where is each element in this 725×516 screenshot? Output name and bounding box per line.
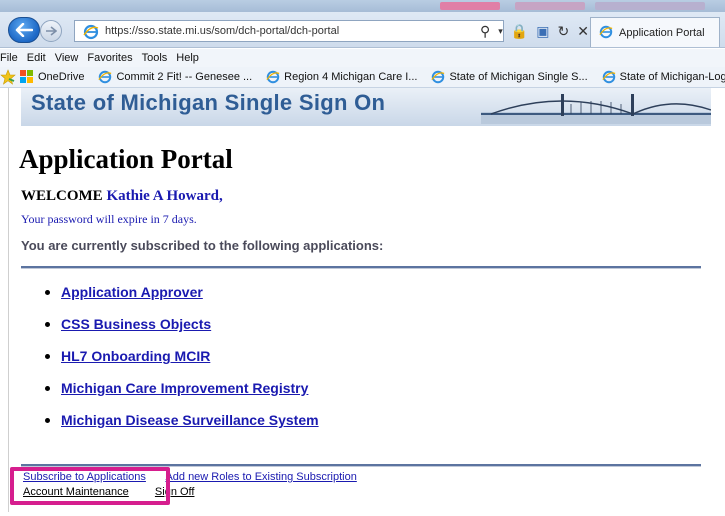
menu-file[interactable]: File bbox=[0, 52, 18, 64]
favorite-item-region4[interactable]: Region 4 Michigan Care I... bbox=[266, 70, 417, 84]
address-toolbar: https://sso.state.mi.us/som/dch-portal/d… bbox=[0, 12, 725, 48]
list-item: Michigan Care Improvement Registry bbox=[39, 380, 319, 412]
ie-icon bbox=[431, 70, 445, 84]
account-maintenance-link[interactable]: Account Maintenance bbox=[23, 486, 129, 498]
menu-bar: File Edit View Favorites Tools Help bbox=[0, 49, 725, 67]
bullet bbox=[45, 290, 50, 295]
favorite-label: Commit 2 Fit! -- Genesee ... bbox=[116, 71, 253, 83]
onedrive-icon bbox=[20, 70, 34, 84]
menu-view[interactable]: View bbox=[55, 52, 79, 64]
app-link-mdss[interactable]: Michigan Disease Surveillance System bbox=[61, 412, 319, 428]
menu-help[interactable]: Help bbox=[176, 52, 199, 64]
app-link-mcir[interactable]: Michigan Care Improvement Registry bbox=[61, 380, 308, 396]
favorites-bar: OneDrive Commit 2 Fit! -- Genesee ... Re… bbox=[0, 67, 725, 88]
ie-icon bbox=[602, 70, 616, 84]
page-title: Application Portal bbox=[19, 144, 233, 174]
blurred-tab bbox=[595, 2, 705, 10]
blurred-tab bbox=[440, 2, 500, 10]
menu-tools[interactable]: Tools bbox=[142, 52, 168, 64]
add-roles-link[interactable]: Add new Roles to Existing Subscription bbox=[165, 471, 356, 483]
favorite-item-onedrive[interactable]: OneDrive bbox=[20, 70, 84, 84]
refresh-icon[interactable]: ↻ bbox=[557, 23, 569, 40]
ie-icon bbox=[599, 25, 613, 42]
banner-title: State of Michigan Single Sign On bbox=[31, 90, 386, 115]
user-name: Kathie A Howard, bbox=[106, 188, 223, 204]
lock-icon[interactable]: 🔒 bbox=[511, 23, 528, 40]
list-item: Michigan Disease Surveillance System bbox=[39, 412, 319, 444]
address-tools: ⚲ ▾ 🔒 ▣ ↻ ✕ bbox=[480, 22, 589, 40]
subscribed-heading: You are currently subscribed to the foll… bbox=[21, 238, 384, 253]
bullet bbox=[45, 418, 50, 423]
application-list: Application Approver CSS Business Object… bbox=[39, 284, 319, 444]
tab-application-portal[interactable]: Application Portal bbox=[590, 17, 720, 47]
list-item: Application Approver bbox=[39, 284, 319, 316]
favorite-item-commit2fit[interactable]: Commit 2 Fit! -- Genesee ... bbox=[98, 70, 252, 84]
welcome-line: WELCOME Kathie A Howard, bbox=[21, 188, 223, 205]
url-text: https://sso.state.mi.us/som/dch-portal/d… bbox=[105, 25, 340, 37]
compatibility-icon[interactable]: ▣ bbox=[536, 23, 549, 40]
bullet bbox=[45, 386, 50, 391]
app-link-hl7-onboarding-mcir[interactable]: HL7 Onboarding MCIR bbox=[61, 348, 210, 364]
favorite-item-som-sso[interactable]: State of Michigan Single S... bbox=[431, 70, 588, 84]
ie-icon bbox=[83, 24, 99, 43]
favorite-label: State of Michigan-Login bbox=[619, 71, 725, 83]
forward-button[interactable] bbox=[40, 20, 62, 42]
bullet bbox=[45, 354, 50, 359]
divider bbox=[21, 464, 701, 467]
subscribe-link[interactable]: Subscribe to Applications bbox=[23, 471, 146, 483]
back-arrow-icon bbox=[15, 23, 33, 37]
menu-favorites[interactable]: Favorites bbox=[87, 52, 132, 64]
app-link-css-business-objects[interactable]: CSS Business Objects bbox=[61, 316, 211, 332]
list-item: CSS Business Objects bbox=[39, 316, 319, 348]
stop-icon[interactable]: ✕ bbox=[577, 23, 589, 40]
sso-banner: State of Michigan Single Sign On bbox=[21, 88, 711, 126]
favorites-star-icon[interactable] bbox=[0, 69, 16, 85]
dropdown-icon[interactable]: ▾ bbox=[498, 26, 503, 37]
bullet bbox=[45, 322, 50, 327]
favorite-item-som-login[interactable]: State of Michigan-Login bbox=[602, 70, 725, 84]
divider bbox=[21, 266, 701, 269]
footer-links: Subscribe to Applications Add new Roles … bbox=[23, 470, 357, 500]
ie-icon bbox=[266, 70, 280, 84]
favorite-label: State of Michigan Single S... bbox=[449, 71, 588, 83]
app-link-application-approver[interactable]: Application Approver bbox=[61, 284, 203, 300]
list-item: HL7 Onboarding MCIR bbox=[39, 348, 319, 380]
blurred-tab bbox=[515, 2, 585, 10]
back-button[interactable] bbox=[8, 17, 40, 43]
window-titlebar bbox=[0, 0, 725, 12]
sign-off-link[interactable]: Sign Off bbox=[155, 486, 195, 498]
favorite-label: Region 4 Michigan Care I... bbox=[284, 71, 418, 83]
page-content: State of Michigan Single Sign On Applica… bbox=[8, 88, 720, 512]
tab-label: Application Portal bbox=[619, 26, 705, 39]
password-expiry-notice: Your password will expire in 7 days. bbox=[21, 212, 197, 226]
welcome-label: WELCOME bbox=[21, 188, 103, 204]
favorite-label: OneDrive bbox=[38, 71, 85, 83]
bridge-icon bbox=[481, 94, 711, 124]
address-bar[interactable]: https://sso.state.mi.us/som/dch-portal/d… bbox=[74, 20, 504, 42]
menu-edit[interactable]: Edit bbox=[27, 52, 46, 64]
ie-icon bbox=[98, 70, 112, 84]
search-icon[interactable]: ⚲ bbox=[480, 23, 490, 40]
forward-arrow-icon bbox=[46, 26, 57, 36]
